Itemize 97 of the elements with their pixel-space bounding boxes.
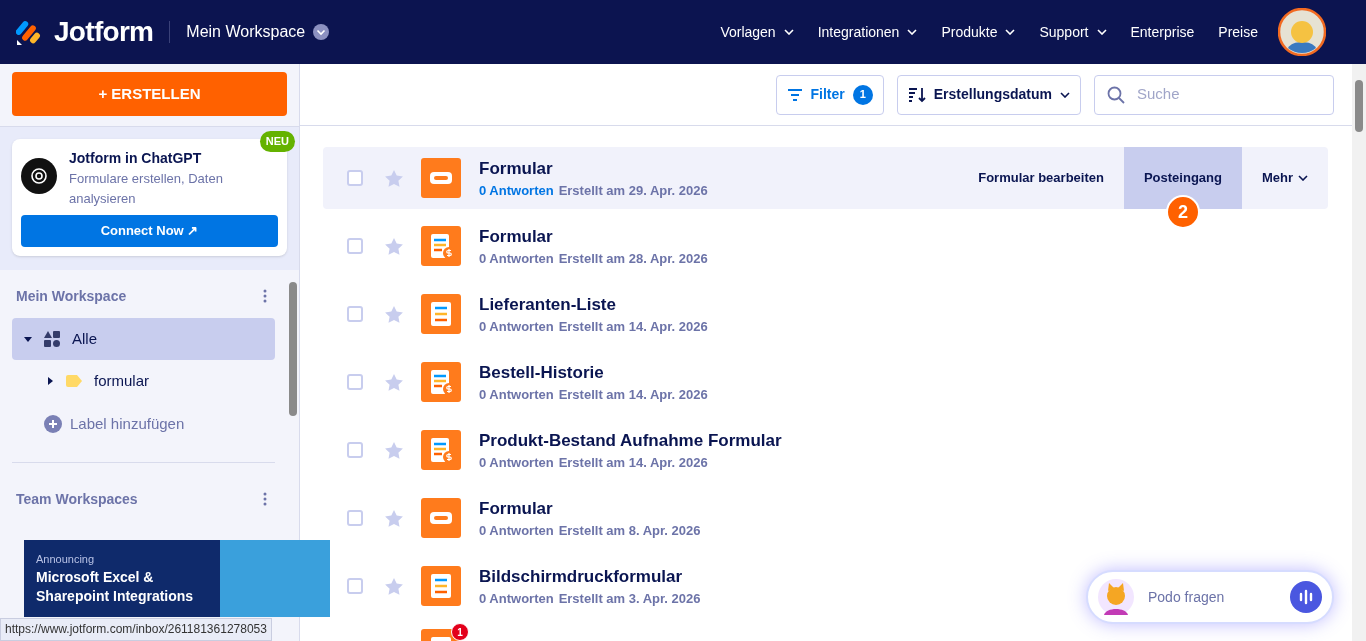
form-meta: 0 Antworten Erstellt am 3. Apr. 2026 (479, 590, 701, 608)
banner-kicker: Announcing (36, 552, 96, 567)
scrollbar-thumb[interactable] (289, 282, 297, 416)
status-url: https://www.jotform.com/inbox/261181361278053 (0, 618, 272, 641)
form-list-icon (421, 566, 461, 606)
star-icon[interactable] (385, 305, 403, 323)
chevron-down-icon (1298, 175, 1308, 181)
filter-button[interactable]: Filter 1 (775, 74, 884, 115)
assistant-placeholder: Podo fragen (1148, 587, 1226, 607)
avatar-icon (1278, 8, 1326, 56)
tree-item[interactable]: Alle (12, 318, 275, 360)
form-row[interactable]: Bildschirmdruckformular 0 Antworten Erstellt am 3. Apr. 2026 (347, 555, 725, 617)
count-badge: 1 (852, 84, 873, 105)
assistant-field[interactable]: Podo fragen (1086, 570, 1334, 624)
logo-text: Jotform (54, 15, 154, 49)
checkbox[interactable] (347, 442, 363, 458)
form-list-icon (421, 294, 461, 334)
notification-badge: 2 (1165, 195, 1200, 229)
form-title[interactable]: Lieferanten-Liste (479, 291, 708, 317)
form-meta: 0 Antworten Erstellt am 14. Apr. 2026 (479, 454, 709, 472)
sort-dropdown[interactable]: Erstellungsdatum (896, 74, 1081, 115)
form-meta: 0 Antworten Erstellt am 14. Apr. 2026 (479, 386, 708, 404)
chevron-down-icon (1060, 91, 1070, 98)
nav-link[interactable]: Produkte (929, 21, 1028, 43)
scrollbar-thumb[interactable] (1355, 80, 1363, 132)
caret-right-icon (46, 377, 54, 385)
checkbox[interactable] (347, 238, 363, 254)
star-icon[interactable] (385, 441, 403, 459)
form-title[interactable]: Produkt-Bestand Aufnahme Formular (479, 427, 782, 453)
star-icon[interactable] (385, 577, 403, 595)
form-title[interactable]: Formular (479, 223, 708, 249)
form-card-icon (421, 498, 461, 538)
form-meta: 0 Antworten Erstellt am 28. Apr. 2026 (479, 250, 708, 268)
form-title[interactable]: Formular (479, 495, 701, 521)
form-title[interactable]: Bestell-Historie (479, 359, 708, 385)
search-field[interactable]: Suche (1094, 74, 1334, 115)
more-options-icon (263, 289, 267, 303)
notification-badge: 1 (451, 623, 469, 641)
action-button[interactable]: Formular bearbeiten (958, 147, 1124, 209)
action-button[interactable]: Mehr (1241, 147, 1328, 209)
form-meta: 0 Antworten Erstellt am 8. Apr. 2026 (479, 522, 701, 540)
star-icon[interactable] (385, 509, 403, 527)
star-icon[interactable] (385, 237, 403, 255)
star-icon[interactable] (385, 373, 403, 391)
promo-banner[interactable]: Announcing Microsoft Excel & Sharepoint Integrations (24, 540, 330, 617)
nav-link[interactable]: Enterprise (1118, 21, 1207, 43)
logo-icon (16, 18, 42, 46)
chevron-down-icon (1096, 29, 1107, 35)
search-input[interactable]: Suche (1137, 83, 1321, 106)
filter-icon (786, 88, 803, 101)
tree-item[interactable]: formular (12, 360, 275, 402)
checkbox[interactable] (347, 170, 363, 186)
payment-form-icon (421, 226, 461, 266)
form-title[interactable]: Bildschirmdruckformular (479, 563, 701, 589)
form-meta: 0 Antworten Erstellt am 14. Apr. 2026 (479, 318, 708, 336)
nav-link[interactable]: Vorlagen (708, 21, 806, 43)
plus-circle-icon (44, 415, 62, 433)
checkbox[interactable] (347, 374, 363, 390)
search-icon (1107, 85, 1125, 104)
apps-grid-icon (44, 331, 60, 347)
checkbox[interactable] (347, 306, 363, 322)
star-icon[interactable] (385, 169, 403, 187)
add-label-button[interactable]: Label hinzufügen (12, 402, 185, 446)
chevron-down-icon (1005, 29, 1016, 35)
form-row[interactable]: Formular 0 Antworten Erstellt am 28. Apr. 2026 (347, 215, 732, 277)
payment-form-icon (421, 362, 461, 402)
chevron-down-icon (907, 29, 918, 35)
nav-link[interactable]: Support (1027, 21, 1119, 43)
workspace-switcher[interactable]: Mein Workspace (186, 20, 330, 44)
nav-link[interactable]: Preise (1206, 21, 1270, 43)
sort-icon (907, 86, 926, 103)
form-row[interactable]: Produkt-Bestand Aufnahme Formular 0 Antworten Erstellt am 14. Apr. 2026 (347, 419, 806, 481)
tag-icon (66, 375, 82, 387)
promo-text: Formulare erstellen, Daten analysieren (69, 170, 224, 208)
nav-link[interactable]: Integrationen (805, 21, 930, 43)
form-row[interactable]: Formular 0 Antworten Erstellt am 8. Apr. 2026 (347, 487, 725, 549)
form-row[interactable]: Lieferanten-Liste 0 Antworten Erstellt am 14. Apr. 2026 (347, 283, 732, 345)
form-row[interactable]: Bestell-Historie 0 Antworten Erstellt am 14. Apr. 2026 (347, 351, 732, 413)
form-title[interactable]: Formular (479, 155, 708, 181)
cat-avatar-icon (1098, 579, 1134, 615)
checkbox[interactable] (347, 578, 363, 594)
form-meta: 0 Antworten Erstellt am 29. Apr. 2026 (479, 182, 708, 200)
more-options-icon (263, 492, 267, 506)
section-title: Team Workspaces (16, 489, 138, 509)
chevron-down-icon (783, 29, 794, 35)
form-card-icon (421, 158, 461, 198)
payment-form-icon (421, 430, 461, 470)
caret-down-icon (24, 335, 32, 343)
connect-button[interactable]: Connect Now ↗ (21, 215, 278, 247)
banner-title: Microsoft Excel & Sharepoint Integrations (36, 567, 195, 606)
chevron-down-icon (313, 24, 330, 40)
chatgpt-logo-icon (21, 158, 57, 194)
voice-icon (1290, 581, 1322, 613)
promo-title: Jotform in ChatGPT (69, 149, 203, 168)
checkbox[interactable] (347, 510, 363, 526)
section-title: Mein Workspace (16, 286, 127, 306)
new-badge: NEU (259, 131, 295, 152)
